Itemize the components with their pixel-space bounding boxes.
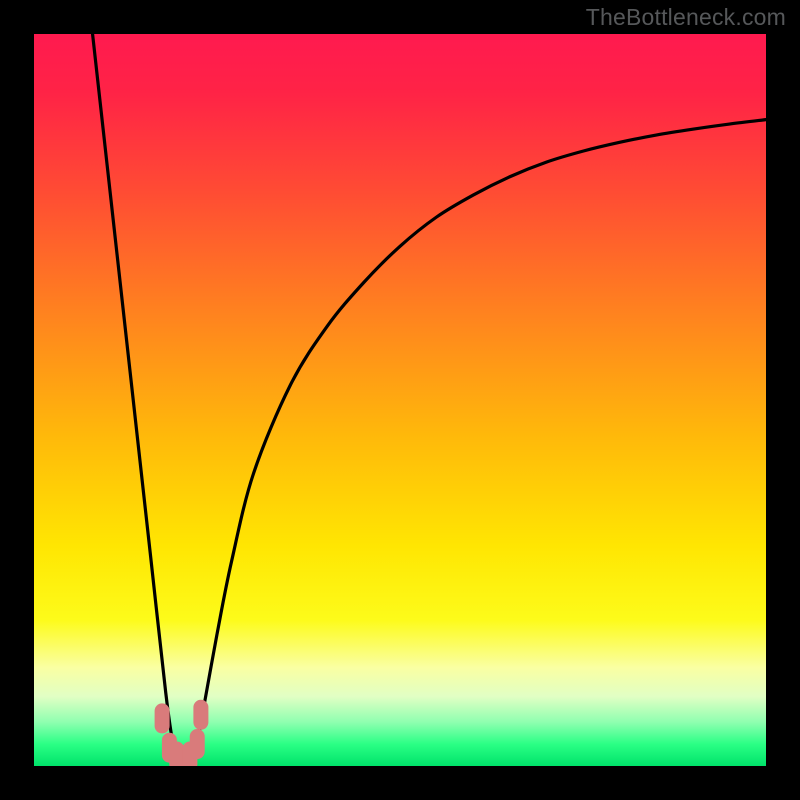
watermark-text: TheBottleneck.com	[586, 4, 786, 31]
data-marker	[155, 703, 170, 733]
plot-area	[34, 34, 766, 766]
chart-frame: TheBottleneck.com	[0, 0, 800, 800]
bottleneck-curve	[34, 34, 766, 766]
data-marker	[169, 741, 184, 766]
data-marker	[193, 700, 208, 730]
data-marker	[190, 729, 205, 759]
